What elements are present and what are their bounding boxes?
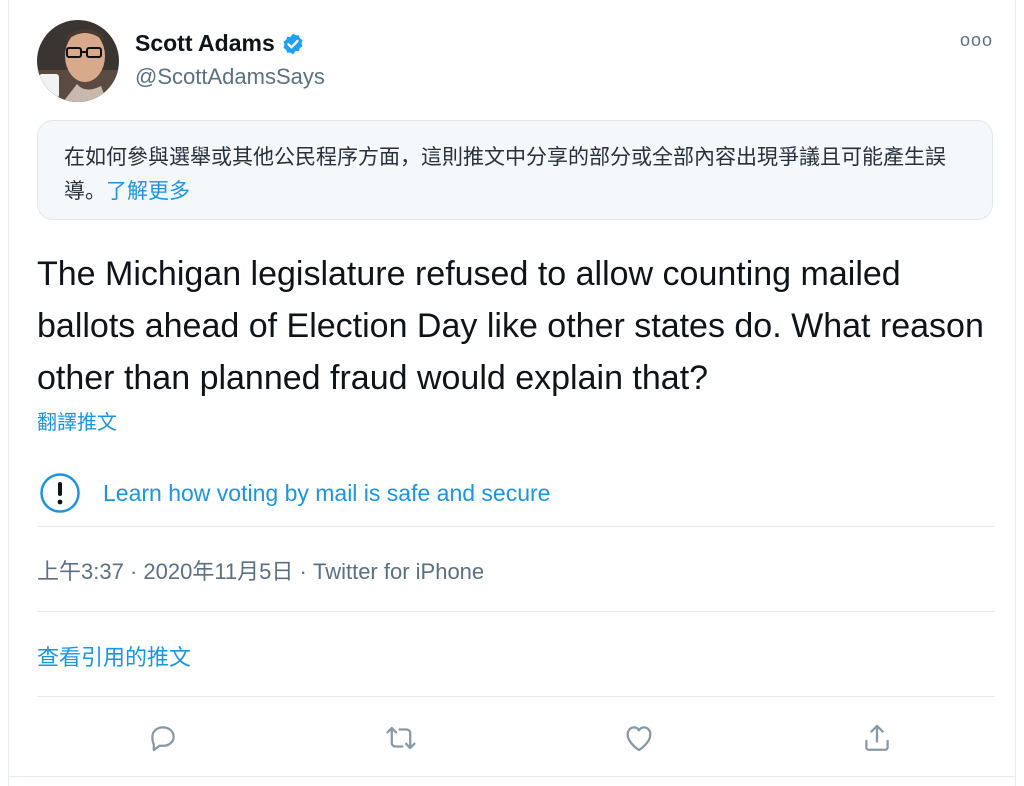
- meta-separator: ·: [293, 559, 313, 584]
- author-name[interactable]: Scott Adams: [135, 30, 275, 57]
- notice-text: 在如何參與選舉或其他公民程序方面，這則推文中分享的部分或全部內容出現爭議且可能產…: [64, 146, 946, 203]
- more-options-icon[interactable]: ooo: [960, 30, 993, 51]
- share-icon: [865, 724, 889, 751]
- avatar-image: [37, 20, 119, 102]
- exclamation-circle-icon: [40, 473, 80, 513]
- divider: [37, 526, 995, 527]
- learn-voting-label[interactable]: Learn how voting by mail is safe and sec…: [103, 480, 550, 507]
- tweet-source[interactable]: Twitter for iPhone: [313, 559, 484, 584]
- retweet-button[interactable]: [381, 718, 421, 758]
- tweet-time[interactable]: 上午3:37: [37, 559, 124, 584]
- tweet-header: Scott Adams @ScottAdamsSays ooo: [9, 0, 1015, 120]
- tweet-text: The Michigan legislature refused to allo…: [37, 255, 984, 397]
- tweet-metadata: 上午3:37 · 2020年11月5日 · Twitter for iPhone: [37, 554, 484, 586]
- view-quote-tweets-link[interactable]: 查看引用的推文: [37, 640, 191, 672]
- like-button[interactable]: [619, 718, 659, 758]
- heart-icon: [626, 726, 652, 752]
- tweet-card: Scott Adams @ScottAdamsSays ooo 在如何參與選舉或…: [8, 0, 1016, 786]
- learn-voting-link[interactable]: Learn how voting by mail is safe and sec…: [37, 462, 995, 524]
- divider: [37, 611, 995, 612]
- divider: [37, 696, 995, 697]
- author-name-row[interactable]: Scott Adams: [135, 30, 305, 57]
- tweet-actions: [37, 712, 995, 768]
- notice-learn-more-link[interactable]: 了解更多: [106, 180, 190, 203]
- card-bottom-border: [9, 776, 1015, 777]
- tweet-date[interactable]: 2020年11月5日: [143, 559, 293, 584]
- retweet-icon: [386, 726, 416, 750]
- reply-icon: [151, 726, 175, 752]
- meta-separator: ·: [123, 559, 144, 584]
- misleading-content-notice: 在如何參與選舉或其他公民程序方面，這則推文中分享的部分或全部內容出現爭議且可能產…: [37, 120, 993, 220]
- verified-badge-icon: [283, 33, 303, 54]
- author-handle[interactable]: @ScottAdamsSays: [135, 64, 325, 90]
- translate-tweet-link[interactable]: 翻譯推文: [37, 406, 117, 435]
- reply-button[interactable]: [143, 718, 183, 758]
- avatar[interactable]: [37, 20, 119, 102]
- share-button[interactable]: [857, 718, 897, 758]
